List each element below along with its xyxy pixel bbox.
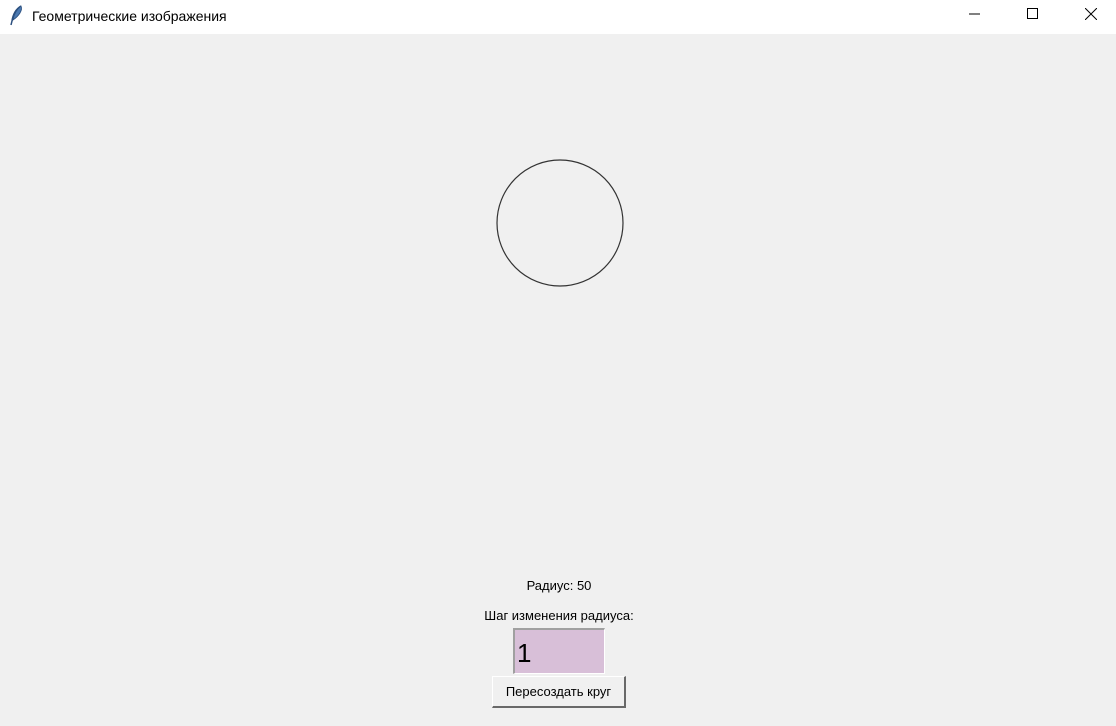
recreate-circle-button[interactable]: Пересоздать круг xyxy=(492,676,626,708)
circle-shape xyxy=(496,159,624,287)
step-input[interactable] xyxy=(513,628,605,674)
feather-icon xyxy=(8,5,24,27)
circle-canvas xyxy=(496,159,624,287)
minimize-button[interactable] xyxy=(946,0,1004,32)
maximize-button[interactable] xyxy=(1004,0,1062,32)
window-title: Геометрические изображения xyxy=(32,8,227,24)
app-window: Геометрические изображения Радиус: 50 Ша… xyxy=(0,0,1116,726)
drawing-canvas: Радиус: 50 Шаг изменения радиуса: Пересо… xyxy=(0,34,1116,726)
step-label: Шаг изменения радиуса: xyxy=(484,608,634,623)
minimize-icon xyxy=(969,7,981,25)
close-icon xyxy=(1084,7,1098,25)
radius-label: Радиус: 50 xyxy=(526,578,592,593)
maximize-icon xyxy=(1027,7,1039,25)
title-bar: Геометрические изображения xyxy=(0,0,1116,34)
close-button[interactable] xyxy=(1062,0,1116,32)
